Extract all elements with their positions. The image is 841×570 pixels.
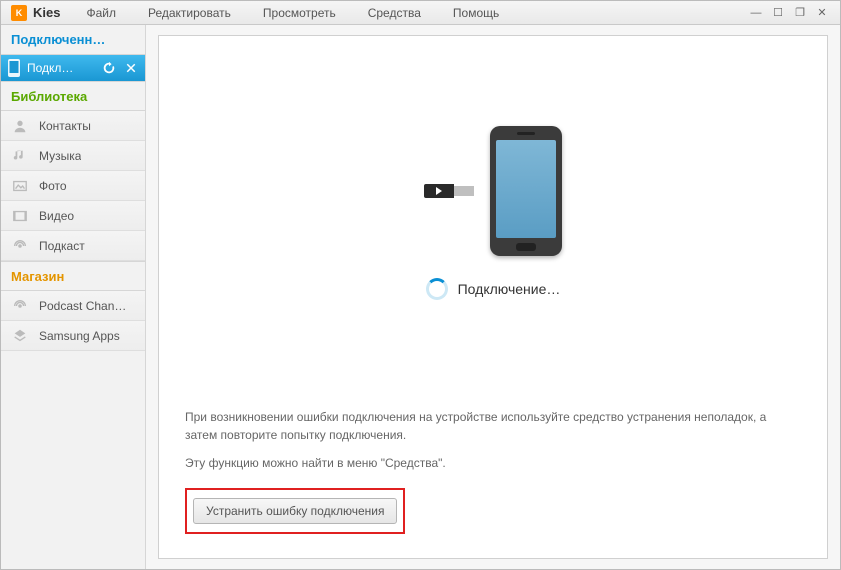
sidebar-item-music[interactable]: Музыка	[1, 141, 145, 171]
contacts-icon	[11, 117, 29, 135]
window-controls: — ☐ ❐ ✕	[746, 6, 840, 20]
sidebar-item-label: Контакты	[39, 119, 91, 133]
device-label: Подкл…	[27, 61, 95, 75]
photo-icon	[11, 177, 29, 195]
maximize-button[interactable]: ☐	[768, 6, 788, 20]
sidebar-item-label: Видео	[39, 209, 74, 223]
sidebar-item-label: Samsung Apps	[39, 329, 120, 343]
podcast-channel-icon	[11, 297, 29, 315]
connecting-label: Подключение…	[458, 281, 561, 297]
sidebar-header-store: Магазин	[1, 261, 145, 291]
app-name: Kies	[33, 5, 60, 20]
usb-plug-icon	[424, 182, 480, 200]
sidebar-header-library: Библиотека	[1, 81, 145, 111]
sidebar: Подключенн… Подкл… Библиотека Контакты М…	[1, 25, 146, 569]
minimize-button[interactable]: —	[746, 6, 766, 20]
sidebar-item-video[interactable]: Видео	[1, 201, 145, 231]
app-window: K Kies Файл Редактировать Просмотреть Ср…	[0, 0, 841, 570]
help-text-2: Эту функцию можно найти в меню "Средства…	[185, 454, 801, 472]
device-row[interactable]: Подкл…	[1, 55, 145, 81]
restore-button[interactable]: ❐	[790, 6, 810, 20]
sidebar-item-contacts[interactable]: Контакты	[1, 111, 145, 141]
phone-small-icon	[7, 59, 21, 77]
close-button[interactable]: ✕	[812, 6, 832, 20]
help-block: При возникновении ошибки подключения на …	[159, 390, 827, 558]
refresh-icon[interactable]	[101, 60, 117, 76]
menu-edit[interactable]: Редактировать	[132, 6, 247, 20]
connecting-status: Подключение…	[426, 278, 561, 300]
sidebar-item-podcast[interactable]: Подкаст	[1, 231, 145, 261]
highlight-box: Устранить ошибку подключения	[185, 488, 405, 534]
close-device-icon[interactable]	[123, 60, 139, 76]
podcast-icon	[11, 237, 29, 255]
music-icon	[11, 147, 29, 165]
video-icon	[11, 207, 29, 225]
spinner-icon	[426, 278, 448, 300]
phone-illustration-icon	[490, 126, 562, 256]
sidebar-item-podcast-channel[interactable]: Podcast Chan…	[1, 291, 145, 321]
sidebar-item-label: Подкаст	[39, 239, 85, 253]
app-brand: K Kies	[1, 5, 70, 21]
main-area: Подключение… При возникновении ошибки по…	[146, 25, 840, 569]
menubar: K Kies Файл Редактировать Просмотреть Ср…	[1, 1, 840, 25]
illustration-row	[424, 126, 562, 256]
sidebar-item-label: Фото	[39, 179, 67, 193]
fix-connection-button[interactable]: Устранить ошибку подключения	[193, 498, 397, 524]
content-panel: Подключение… При возникновении ошибки по…	[158, 35, 828, 559]
sidebar-item-label: Музыка	[39, 149, 81, 163]
app-body: Подключенн… Подкл… Библиотека Контакты М…	[1, 25, 840, 569]
sidebar-item-photo[interactable]: Фото	[1, 171, 145, 201]
menu-view[interactable]: Просмотреть	[247, 6, 352, 20]
menu-help[interactable]: Помощь	[437, 6, 515, 20]
samsung-apps-icon	[11, 327, 29, 345]
kies-icon: K	[11, 5, 27, 21]
sidebar-item-samsung-apps[interactable]: Samsung Apps	[1, 321, 145, 351]
help-text-1: При возникновении ошибки подключения на …	[185, 408, 801, 444]
illustration-area: Подключение…	[159, 36, 827, 390]
menu-tools[interactable]: Средства	[352, 6, 437, 20]
sidebar-item-label: Podcast Chan…	[39, 299, 126, 313]
menu-file[interactable]: Файл	[70, 6, 132, 20]
sidebar-header-connected: Подключенн…	[1, 25, 145, 55]
